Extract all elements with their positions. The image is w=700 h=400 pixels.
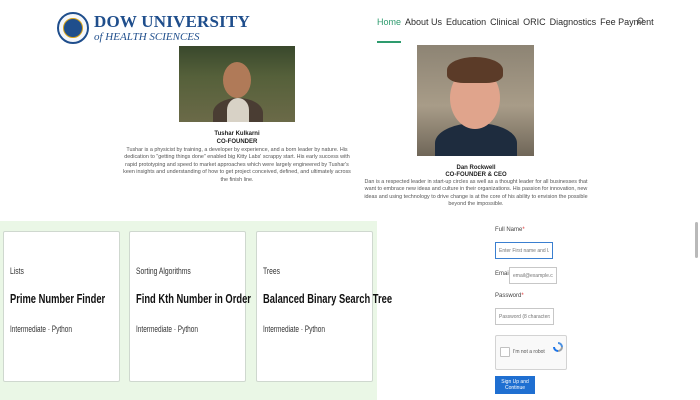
password-input[interactable]: [495, 308, 554, 325]
recaptcha-checkbox[interactable]: [500, 347, 510, 357]
nav-item-about-us[interactable]: About Us: [405, 17, 442, 27]
nav-item-education[interactable]: Education: [446, 17, 486, 27]
profile-photo-tushar: [179, 46, 295, 122]
recaptcha-label: I'm not a robot: [513, 349, 545, 355]
site-logo[interactable]: DOW UNIVERSITY of HEALTH SCIENCES: [57, 12, 250, 44]
required-mark: *: [522, 227, 525, 233]
nav-item-diagnostics[interactable]: Diagnostics: [550, 17, 597, 27]
scrollbar-thumb[interactable]: [695, 222, 698, 258]
nav-item-fee-payment[interactable]: Fee Payment: [600, 17, 654, 27]
active-nav-indicator: [377, 41, 401, 43]
main-nav: Home About Us Education Clinical ORIC Di…: [377, 17, 658, 27]
nav-item-home[interactable]: Home: [377, 17, 401, 27]
signup-button[interactable]: Sign Up and Continue: [495, 376, 535, 394]
team-member-role: CO-FOUNDER: [216, 139, 258, 145]
profile-photo-dan: [417, 45, 534, 156]
team-member-role: CO-FOUNDER & CEO: [445, 172, 507, 178]
problem-card[interactable]: Lists Prime Number Finder Intermediate ·…: [3, 231, 120, 382]
team-member-bio: Tushar is a physicist by training, a dev…: [123, 147, 351, 183]
university-seal-icon: [57, 12, 89, 44]
problem-title[interactable]: Find Kth Number in Order: [136, 291, 251, 306]
email-input[interactable]: [509, 267, 557, 284]
problem-level: Intermediate · Python: [263, 324, 325, 334]
search-icon[interactable]: [636, 17, 644, 28]
recaptcha-logo-icon: [553, 342, 563, 352]
logo-subtitle: of HEALTH SCIENCES: [94, 31, 200, 43]
page: DOW UNIVERSITY of HEALTH SCIENCES Home A…: [0, 0, 700, 400]
problem-title[interactable]: Balanced Binary Search Tree: [263, 291, 392, 306]
problem-category: Trees: [263, 266, 281, 276]
problem-level: Intermediate · Python: [10, 324, 72, 334]
fullname-input[interactable]: [495, 242, 553, 259]
fullname-label: Full Name*: [495, 227, 525, 233]
problem-category: Lists: [10, 266, 24, 276]
problem-card[interactable]: Trees Balanced Binary Search Tree Interm…: [256, 231, 392, 382]
nav-item-clinical[interactable]: Clinical: [490, 17, 519, 27]
team-member-bio: Dan is a respected leader in start-up ci…: [364, 179, 588, 208]
password-label: Password*: [495, 293, 524, 299]
team-member-name: Dan Rockwell: [456, 165, 496, 171]
problem-category: Sorting Algorithms: [136, 266, 191, 276]
problem-level: Intermediate · Python: [136, 324, 198, 334]
problem-title[interactable]: Prime Number Finder: [10, 291, 105, 306]
logo-title: DOW UNIVERSITY: [94, 12, 250, 31]
problem-card[interactable]: Sorting Algorithms Find Kth Number in Or…: [129, 231, 251, 382]
nav-item-oric[interactable]: ORIC: [523, 17, 546, 27]
team-member-name: Tushar Kulkarni: [214, 131, 260, 137]
recaptcha-widget: I'm not a robot: [495, 335, 567, 370]
required-mark: *: [521, 293, 524, 299]
